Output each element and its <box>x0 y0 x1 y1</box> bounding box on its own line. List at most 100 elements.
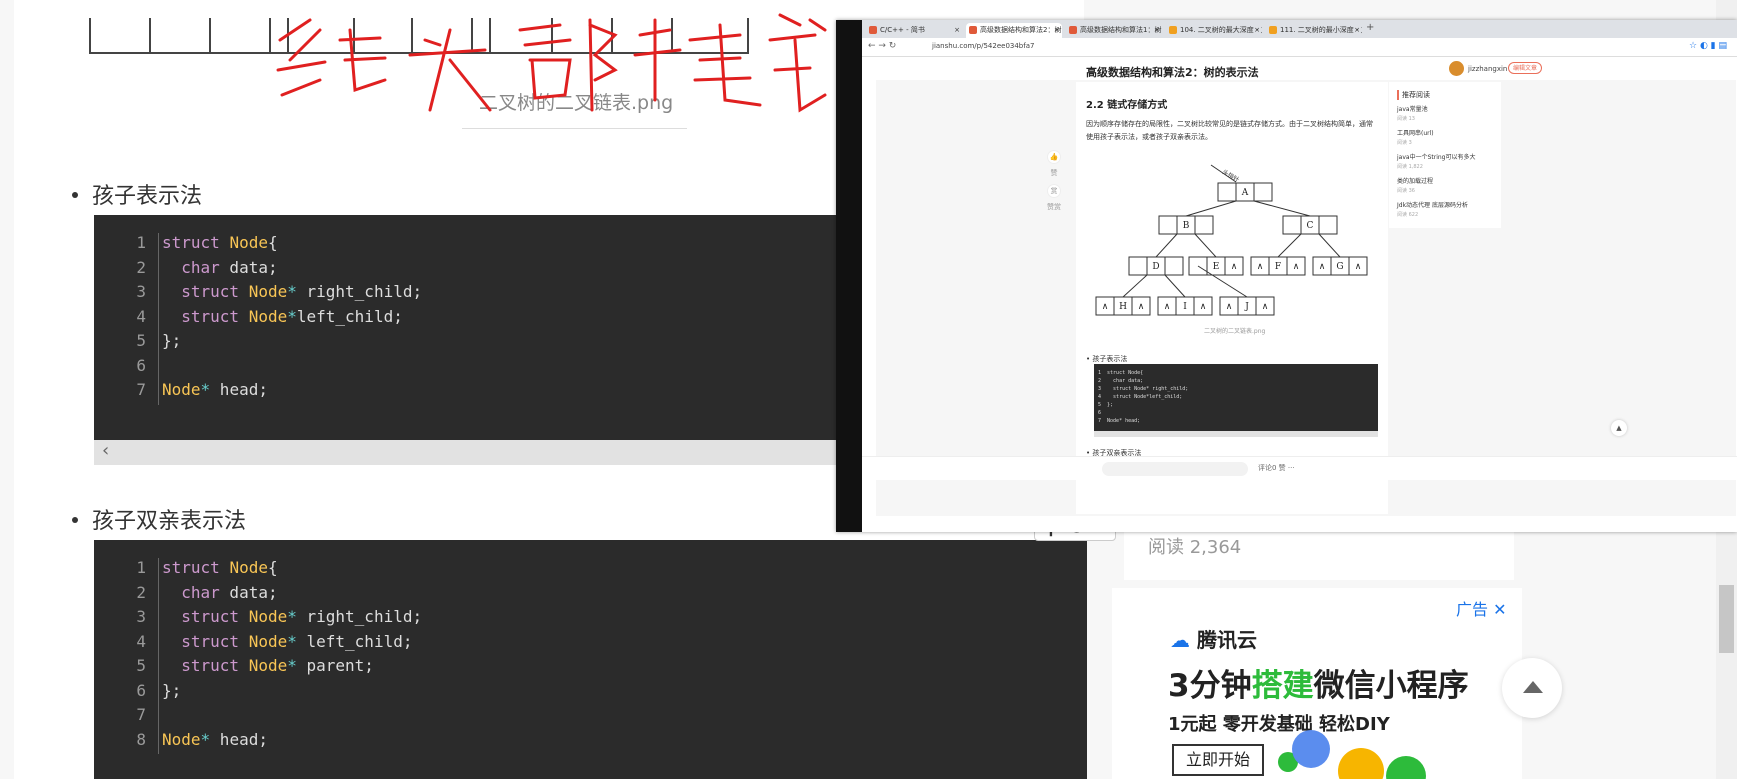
mini-code-line: 7 Node* head; <box>1098 418 1141 424</box>
scrollbar-thumb[interactable] <box>1719 585 1734 653</box>
close-tab-icon: × <box>1354 26 1360 34</box>
svg-text:∧: ∧ <box>1102 302 1109 312</box>
svg-text:E: E <box>1213 262 1220 272</box>
head-pointer-label: 头指针 <box>1221 168 1241 184</box>
tree-node-c: C <box>1282 215 1338 235</box>
mini-back-to-top-icon[interactable]: ▲ <box>1611 420 1627 436</box>
svg-text:∧: ∧ <box>1164 302 1171 312</box>
site-icon <box>869 26 877 34</box>
tree-edge <box>1155 233 1178 258</box>
code-line: }; <box>162 331 182 350</box>
close-icon[interactable]: ✕ <box>1493 600 1506 619</box>
svg-text:∧: ∧ <box>1319 262 1326 272</box>
code-line: Node* head; <box>162 729 268 749</box>
browser-tab[interactable]: 111. 二叉树的最小深度 - 力扣× <box>1266 23 1362 38</box>
svg-text:∧: ∧ <box>1231 262 1238 272</box>
browser-tab[interactable]: C/C++ - 简书 × <box>866 23 962 38</box>
reward-icon[interactable]: 赏 <box>1047 184 1061 198</box>
line-number: 5 <box>136 331 146 350</box>
mini-bullet: • 孩子表示法 <box>1086 355 1128 363</box>
svg-text:∧: ∧ <box>1293 262 1300 272</box>
browser-tab-active[interactable]: 高级数据结构和算法2：树的表示× <box>966 23 1062 38</box>
code-block-child-parent: 1 struct Node{2 char data; 3 struct Node* … <box>94 540 1087 779</box>
binary-tree-diagram: 头指针AB CD E ∧ ∧ F ∧ ∧ G ∧∧ H ∧ ∧ I ∧ ∧ J ∧ <box>1095 164 1368 316</box>
mini-code-block: 1 struct Node{2 char data; 3 struct Node*… <box>1094 364 1378 431</box>
mini-bottom-actions[interactable]: 评论0 赞 ··· <box>1258 463 1295 473</box>
username[interactable]: jizzhangxin <box>1468 65 1507 73</box>
svg-text:G: G <box>1336 262 1343 272</box>
screenshot-black-edge <box>836 20 862 532</box>
recommended-item[interactable]: java常量池 阅读 13 <box>1397 104 1428 122</box>
svg-text:∧: ∧ <box>1355 262 1362 272</box>
code-line: char data; <box>181 257 278 277</box>
code-gutter-line <box>158 233 159 405</box>
reward-label: 赞赏 <box>1047 203 1061 211</box>
svg-text:C: C <box>1307 221 1314 231</box>
tree-edge <box>1164 274 1186 298</box>
mini-code-line: 5 }; <box>1098 402 1114 408</box>
recommended-item[interactable]: java中一个String可以有多大 阅读 1,822 <box>1397 152 1475 170</box>
section-title-child-parent: 孩子双亲表示法 <box>72 503 246 535</box>
mini-page-title: 高级数据结构和算法2：树的表示法 <box>1086 66 1259 79</box>
site-icon <box>1269 26 1277 34</box>
tree-node-g: ∧ G ∧ <box>1312 256 1368 276</box>
recommended-item[interactable]: Jdk动态代理 底层源码分析 阅读 622 <box>1397 200 1468 218</box>
close-tab-icon: × <box>1254 26 1260 34</box>
line-number: 3 <box>136 607 146 626</box>
address-bar[interactable]: ← → ↻ jianshu.com/p/542ee034bfa7 ☆ ◐ ▮ ▤ <box>862 38 1737 57</box>
svg-text:B: B <box>1183 221 1190 231</box>
tree-edge <box>1318 233 1341 258</box>
tree-node-b: B <box>1158 215 1214 235</box>
extension-icons[interactable]: ☆ ◐ ▮ ▤ <box>1689 41 1727 51</box>
section-title-child: 孩子表示法 <box>72 178 202 210</box>
tree-edge <box>1253 200 1311 217</box>
cloud-icon: ☁ <box>1170 628 1190 652</box>
tree-node-h: ∧ H ∧ <box>1095 296 1151 316</box>
code-gutter-line <box>158 558 159 754</box>
ad-label[interactable]: 广告 ✕ <box>1456 596 1507 620</box>
svg-text:I: I <box>1183 302 1187 312</box>
code-line: struct Node* left_child; <box>181 631 413 651</box>
browser-tab-bar: C/C++ - 简书× 高级数据结构和算法2：树的表示× 高级数据结构和算法1：… <box>862 20 1737 38</box>
browser-tab[interactable]: 104. 二叉树的最大深度 - 力扣× <box>1166 23 1262 38</box>
mini-comment-input[interactable] <box>1102 462 1248 476</box>
svg-text:A: A <box>1241 188 1249 198</box>
new-tab-icon[interactable]: + <box>1366 22 1374 33</box>
bullet-dot <box>72 192 78 198</box>
url-text[interactable]: jianshu.com/p/542ee034bfa7 <box>932 42 1034 50</box>
recommended-item[interactable]: 类的加载过程 阅读 36 <box>1397 176 1433 194</box>
svg-text:∧: ∧ <box>1226 302 1233 312</box>
mini-code-line: 1 struct Node{ <box>1098 370 1144 376</box>
arrow-up-icon[interactable] <box>1523 681 1543 693</box>
recommended-item[interactable]: 工具网串(url) 阅读 3 <box>1397 128 1434 146</box>
caption-underline <box>462 128 687 129</box>
mini-code-line: 6 <box>1098 410 1108 416</box>
browser-tab[interactable]: 高级数据结构和算法1：树的基础× <box>1066 23 1162 38</box>
mini-section-heading: 2.2 链式存储方式 <box>1086 100 1168 111</box>
recommended-header: 推荐阅读 <box>1397 90 1430 100</box>
tree-node-d: D <box>1128 256 1184 276</box>
svg-text:∧: ∧ <box>1257 262 1264 272</box>
site-icon <box>969 26 977 34</box>
nav-buttons-icon[interactable]: ← → ↻ <box>868 41 896 51</box>
code-horizontal-scrollbar[interactable]: ‹ <box>94 440 854 465</box>
line-number: 1 <box>136 558 146 577</box>
mini-code-line: 3 struct Node* right_child; <box>1098 386 1189 392</box>
site-icon <box>1169 26 1177 34</box>
chevron-left-icon[interactable]: ‹ <box>102 440 109 461</box>
ad-cta-button[interactable]: 立即开始 <box>1172 744 1264 776</box>
back-to-top-button[interactable] <box>1502 658 1562 718</box>
mini-bottom-bar: 评论0 赞 ··· <box>862 456 1737 480</box>
tree-node-j: ∧ J ∧ <box>1219 296 1275 316</box>
code-line: }; <box>162 680 182 700</box>
tree-node-f: ∧ F ∧ <box>1250 256 1306 276</box>
code-line: Node* head; <box>162 380 268 399</box>
line-number: 7 <box>136 705 146 724</box>
code-line: struct Node*left_child; <box>181 306 403 326</box>
close-tab-icon: × <box>1054 26 1060 34</box>
edit-article-button[interactable]: 编辑文章 <box>1508 62 1542 74</box>
code-line: struct Node{ <box>162 233 278 252</box>
thumbs-up-icon[interactable]: 👍 <box>1047 150 1061 164</box>
avatar[interactable] <box>1449 61 1464 76</box>
handwritten-annotation <box>276 13 827 113</box>
